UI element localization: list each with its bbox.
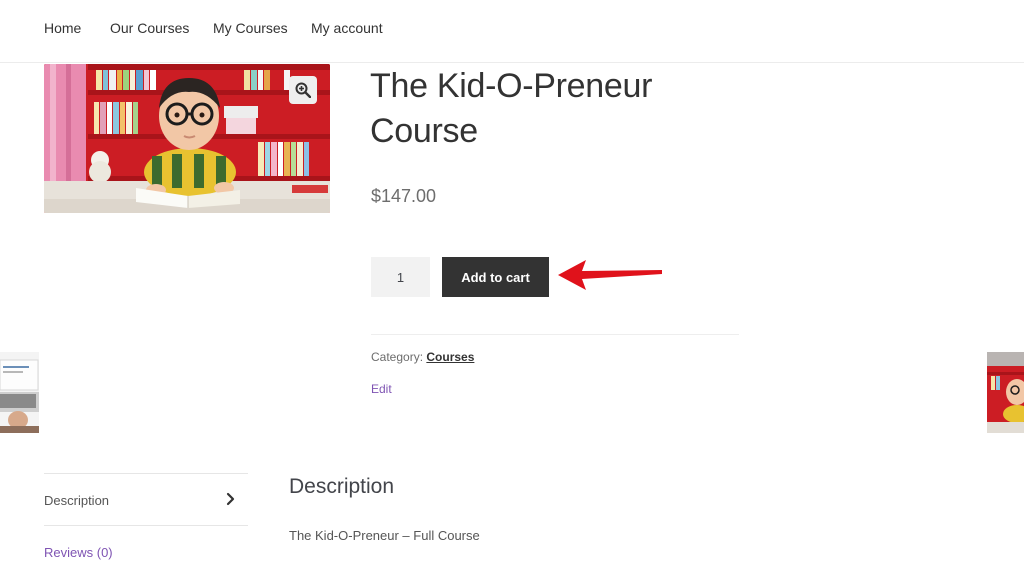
product-category: Category: Courses xyxy=(371,350,474,364)
next-product-thumbnail[interactable] xyxy=(987,352,1024,433)
product-photo-illustration xyxy=(44,64,330,213)
description-heading: Description xyxy=(289,475,395,498)
nav-item-my-courses[interactable]: My Courses xyxy=(213,20,288,36)
zoom-button[interactable] xyxy=(289,76,317,104)
summary-divider xyxy=(371,334,739,335)
tab-description[interactable]: Description xyxy=(44,493,109,508)
nav-item-home[interactable]: Home xyxy=(44,20,81,36)
previous-product-image xyxy=(0,352,39,433)
red-arrow-icon xyxy=(558,260,662,290)
previous-product-thumbnail[interactable] xyxy=(0,352,39,433)
category-link[interactable]: Courses xyxy=(426,350,474,364)
nav-item-my-account[interactable]: My account xyxy=(311,20,383,36)
product-price: $147.00 xyxy=(371,186,437,206)
product-title: The Kid-O-Preneur Course xyxy=(370,67,653,150)
edit-link[interactable]: Edit xyxy=(371,382,392,396)
chevron-right-icon xyxy=(226,492,235,506)
nav-item-our-courses[interactable]: Our Courses xyxy=(110,20,189,36)
magnifier-plus-icon xyxy=(295,82,311,98)
category-label: Category: xyxy=(371,350,424,364)
tabs-divider-middle xyxy=(44,525,248,526)
tab-reviews[interactable]: Reviews (0) xyxy=(44,545,113,560)
main-navigation: Home Our Courses My Courses My account xyxy=(0,0,1024,63)
description-text: The Kid-O-Preneur – Full Course xyxy=(289,528,480,543)
product-image[interactable] xyxy=(44,64,330,213)
add-to-cart-button[interactable]: Add to cart xyxy=(442,257,549,297)
quantity-input[interactable] xyxy=(371,257,430,297)
tabs-divider-top xyxy=(44,473,248,474)
next-product-image xyxy=(987,352,1024,433)
